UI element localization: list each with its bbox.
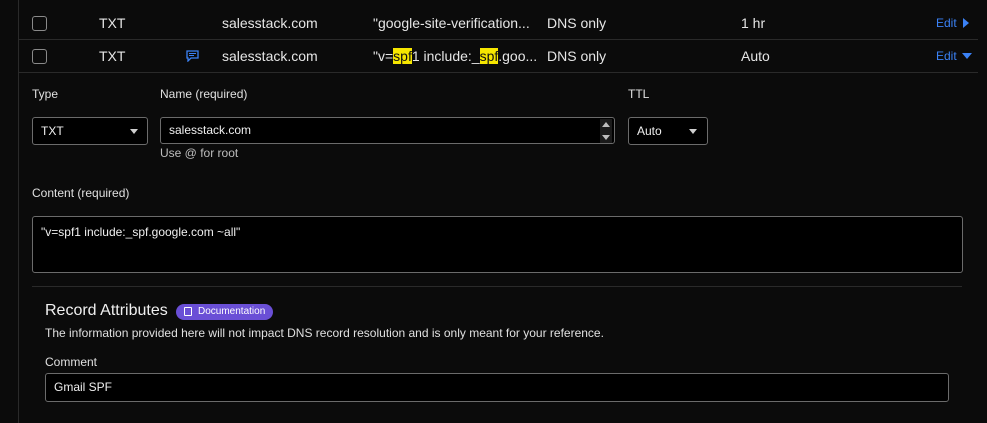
record-name: salesstack.com: [222, 48, 318, 64]
caret-down-icon: [962, 53, 973, 59]
record-ttl: Auto: [741, 48, 770, 64]
name-stepper[interactable]: [600, 119, 612, 143]
caret-right-icon: [963, 18, 970, 28]
record-proxy-status: DNS only: [547, 15, 607, 31]
chevron-down-icon: [689, 129, 697, 134]
stepper-down-icon[interactable]: [602, 135, 610, 140]
edit-button[interactable]: Edit: [936, 40, 973, 72]
search-highlight: spf: [393, 48, 412, 64]
search-highlight: spf: [479, 48, 499, 64]
record-proxy-status: DNS only: [547, 48, 607, 64]
document-icon: [184, 307, 192, 316]
table-row: TXT salesstack.com "google-site-verifica…: [18, 7, 978, 40]
name-label: Name (required): [160, 87, 248, 101]
stepper-up-icon[interactable]: [602, 122, 610, 127]
type-label: Type: [32, 87, 59, 101]
table-row: TXT salesstack.com "v=spf1 include:_spf.…: [18, 40, 978, 73]
ttl-label: TTL: [628, 87, 650, 101]
name-help-text: Use @ for root: [160, 146, 239, 160]
record-content: "google-site-verification...: [373, 15, 530, 31]
record-attributes-title: Record Attributes: [45, 302, 168, 319]
record-content: "v=spf1 include:_spf.goo...: [373, 48, 538, 64]
row-checkbox[interactable]: [32, 16, 47, 31]
content-textarea[interactable]: "v=spf1 include:_spf.google.com ~all": [32, 216, 963, 273]
record-type: TXT: [99, 15, 126, 31]
type-select[interactable]: TXT: [32, 117, 148, 145]
documentation-badge[interactable]: Documentation: [176, 304, 274, 320]
comment-icon[interactable]: [186, 40, 199, 72]
section-divider: [32, 286, 962, 287]
comment-label: Comment: [45, 355, 98, 369]
content-label: Content (required): [32, 186, 130, 200]
row-checkbox[interactable]: [32, 49, 47, 64]
ttl-select[interactable]: Auto: [628, 117, 708, 145]
name-input[interactable]: salesstack.com: [160, 117, 615, 144]
comment-input[interactable]: Gmail SPF: [45, 373, 949, 402]
record-type: TXT: [99, 48, 126, 64]
record-name: salesstack.com: [222, 15, 318, 31]
record-ttl: 1 hr: [741, 15, 766, 31]
edit-button[interactable]: Edit: [936, 7, 970, 39]
chevron-down-icon: [130, 129, 138, 134]
record-attributes-description: The information provided here will not i…: [45, 326, 604, 340]
